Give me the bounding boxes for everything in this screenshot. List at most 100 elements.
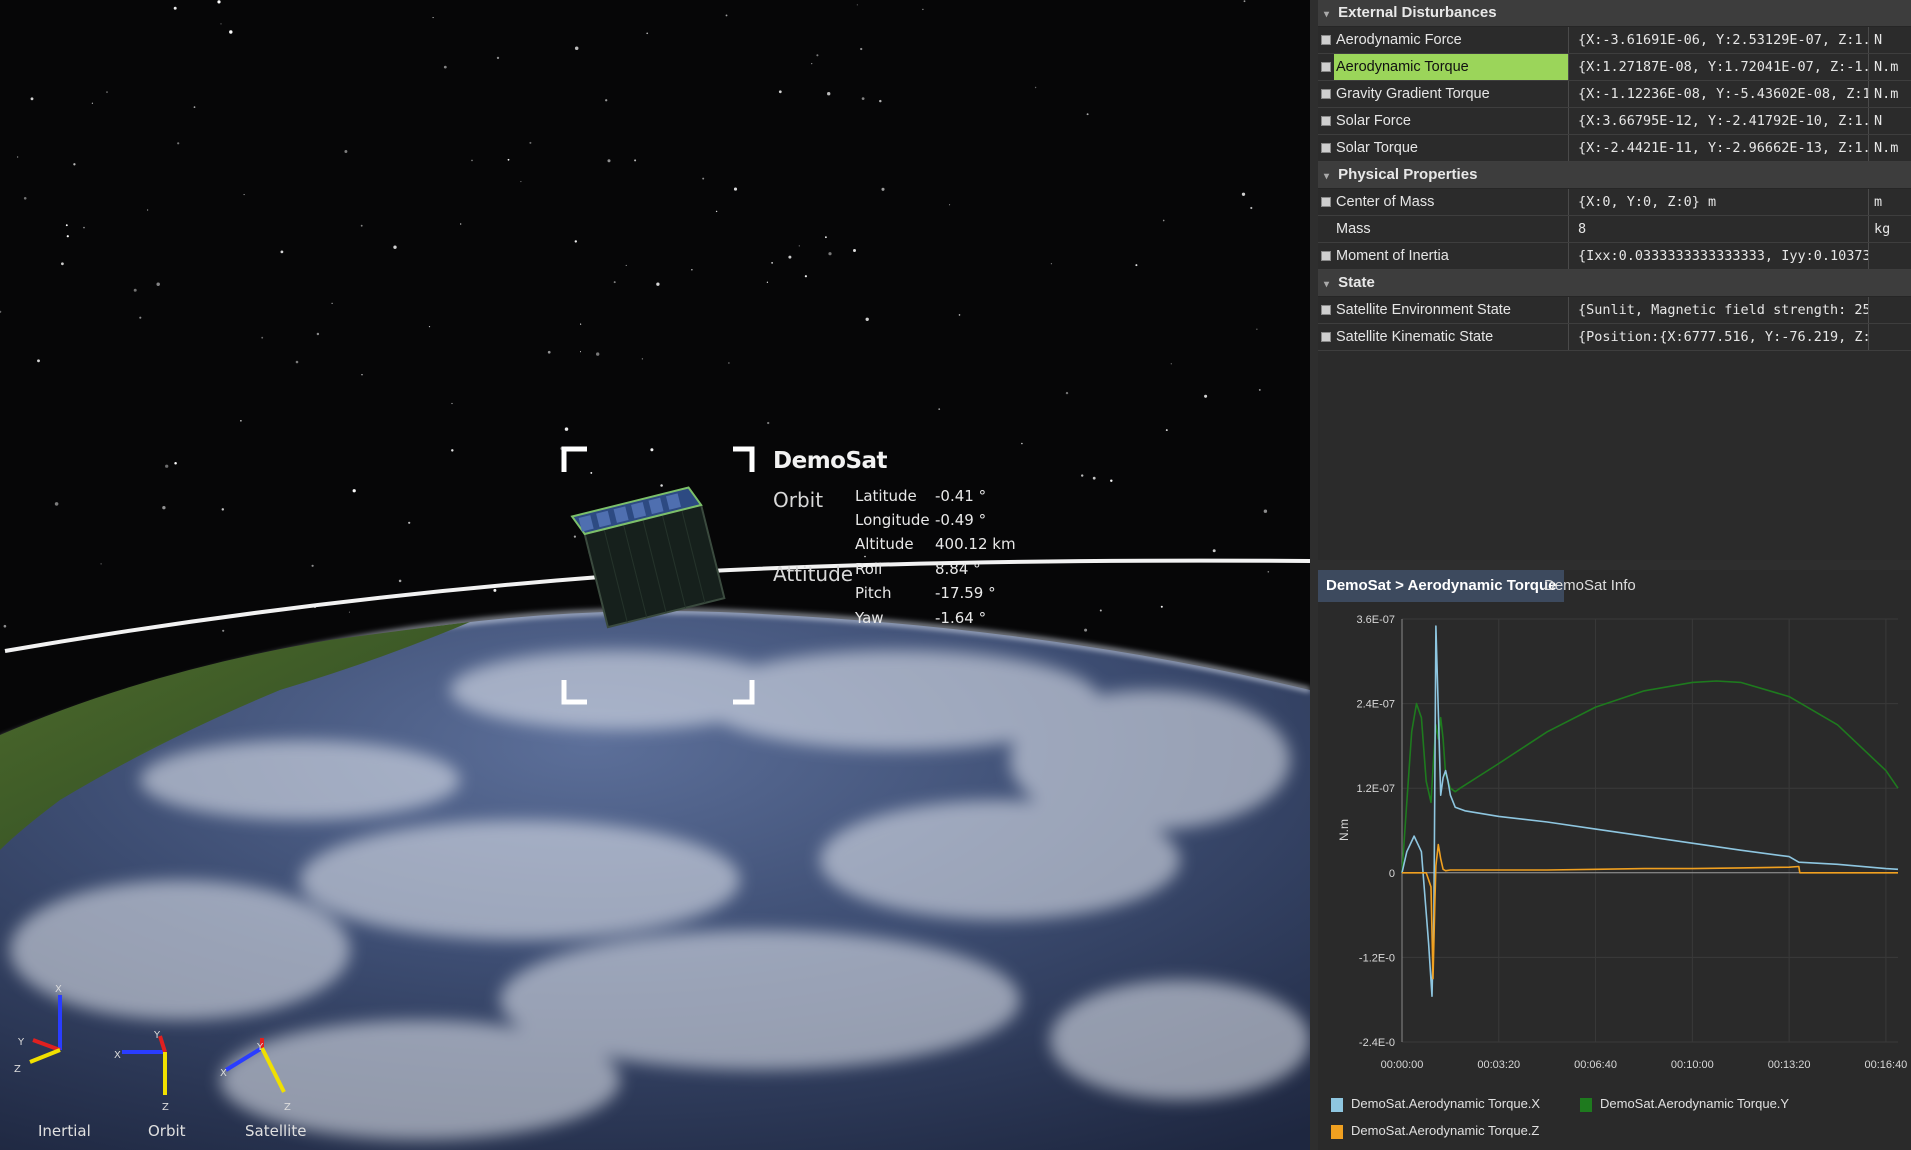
expand-icon[interactable] <box>1321 116 1331 126</box>
star <box>579 351 582 353</box>
star <box>16 156 19 158</box>
property-row-gravity-gradient-torque[interactable]: Gravity Gradient Torque {X:-1.12236E-08,… <box>1318 81 1911 108</box>
star <box>1263 509 1268 513</box>
legend-swatch-z <box>1331 1124 1343 1139</box>
expand-icon[interactable] <box>1321 143 1331 153</box>
star <box>613 281 616 284</box>
star <box>217 0 221 4</box>
star <box>1243 0 1246 3</box>
legend-item-y[interactable]: DemoSat.Aerodynamic Torque.Y <box>1580 1096 1789 1112</box>
hud-roll: Roll 8.84 ° <box>855 560 981 578</box>
star <box>816 54 819 57</box>
star <box>221 508 225 511</box>
collapse-icon[interactable]: ▾ <box>1324 2 1334 28</box>
category-external-disturbances[interactable]: ▾ External Disturbances <box>1318 0 1911 27</box>
star <box>1050 263 1053 265</box>
y-tick-label: 2.4E-07 <box>1356 699 1395 711</box>
star <box>660 484 663 487</box>
chart-area[interactable]: 3.6E-07 2.4E-07 1.2E-07 0 -1.2E-0 -2.4E-0 00:0… <box>1318 602 1911 1150</box>
star <box>788 255 792 259</box>
expand-icon[interactable] <box>1321 305 1331 315</box>
3d-viewport[interactable]: X Y Z X Y Z X Y Z DemoSat Orbit Attitude… <box>0 0 1310 1150</box>
x-tick-label: 00:10:00 <box>1671 1059 1714 1071</box>
svg-text:Z: Z <box>14 1064 21 1075</box>
property-row-mass[interactable]: Mass 8 kg <box>1318 216 1911 243</box>
star <box>547 350 551 354</box>
svg-text:X: X <box>220 1068 227 1079</box>
y-tick-label: 0 <box>1389 868 1395 880</box>
star <box>408 521 411 524</box>
star <box>1034 86 1037 89</box>
property-row-center-of-mass[interactable]: Center of Mass {X:0, Y:0, Z:0} m m <box>1318 189 1911 216</box>
star <box>767 421 770 425</box>
expand-icon[interactable] <box>1321 35 1331 45</box>
property-row-solar-force[interactable]: Solar Force {X:3.66795E-12, Y:-2.41792E-… <box>1318 108 1911 135</box>
star <box>733 187 738 191</box>
star <box>30 97 34 101</box>
earth-globe <box>0 608 1310 1150</box>
star <box>66 235 69 238</box>
star <box>91 102 94 104</box>
tab-demosat-info[interactable]: DemoSat Info <box>1536 570 1644 602</box>
svg-text:Z: Z <box>162 1102 169 1113</box>
right-panel: ▾ External Disturbances Aerodynamic Forc… <box>1310 0 1911 1150</box>
star <box>193 106 196 108</box>
star <box>261 336 264 339</box>
y-axis-label: N.m <box>1337 819 1351 841</box>
property-row-environment-state[interactable]: Satellite Environment State {Sunlit, Mag… <box>1318 297 1911 324</box>
star <box>715 210 718 213</box>
legend-item-x[interactable]: DemoSat.Aerodynamic Torque.X <box>1331 1096 1540 1112</box>
property-row-solar-torque[interactable]: Solar Torque {X:-2.4421E-11, Y:-2.96662E… <box>1318 135 1911 162</box>
star <box>496 56 500 60</box>
star <box>471 159 473 162</box>
star <box>691 269 693 271</box>
star <box>949 204 951 206</box>
star <box>243 194 245 196</box>
star <box>865 317 869 321</box>
expand-icon[interactable] <box>1321 197 1331 207</box>
aerodynamic-torque-chart[interactable]: 3.6E-07 2.4E-07 1.2E-07 0 -1.2E-0 -2.4E-0 00:0… <box>1318 602 1911 1150</box>
star <box>634 159 637 162</box>
star <box>574 240 577 243</box>
star <box>590 471 593 474</box>
star <box>162 506 166 510</box>
star <box>493 588 497 592</box>
star <box>1204 394 1208 398</box>
expand-icon[interactable] <box>1321 332 1331 342</box>
category-state[interactable]: ▾ State <box>1318 270 1911 297</box>
hud-longitude: Longitude -0.49 ° <box>855 511 987 529</box>
star <box>529 141 532 144</box>
hud-latitude: Latitude -0.41 ° <box>855 487 987 505</box>
star <box>229 30 233 34</box>
property-grid[interactable]: ▾ External Disturbances Aerodynamic Forc… <box>1318 0 1911 560</box>
star <box>393 245 397 249</box>
star <box>646 32 649 35</box>
hud-pitch: Pitch -17.59 ° <box>855 584 996 602</box>
star <box>778 90 782 94</box>
star <box>331 302 333 305</box>
category-physical-properties[interactable]: ▾ Physical Properties <box>1318 162 1911 189</box>
collapse-icon[interactable]: ▾ <box>1324 272 1334 298</box>
collapse-icon[interactable]: ▾ <box>1324 164 1334 190</box>
property-row-kinematic-state[interactable]: Satellite Kinematic State {Position:{X:6… <box>1318 324 1911 351</box>
star <box>607 159 611 163</box>
expand-icon[interactable] <box>1321 89 1331 99</box>
expand-icon[interactable] <box>1321 62 1331 72</box>
expand-icon[interactable] <box>1321 251 1331 261</box>
x-tick-label: 00:16:40 <box>1864 1059 1907 1071</box>
tab-aerodynamic-torque[interactable]: DemoSat > Aerodynamic Torque <box>1318 570 1565 602</box>
star <box>861 97 865 100</box>
star <box>348 611 350 613</box>
legend-swatch-y <box>1580 1097 1592 1112</box>
star <box>295 360 299 364</box>
star <box>139 316 142 319</box>
star <box>65 224 68 227</box>
y-tick-label: 3.6E-07 <box>1356 614 1395 626</box>
property-row-aerodynamic-force[interactable]: Aerodynamic Force {X:-3.61691E-06, Y:2.5… <box>1318 27 1911 54</box>
star <box>311 564 314 567</box>
star <box>37 359 40 363</box>
legend-item-z[interactable]: DemoSat.Aerodynamic Torque.Z <box>1331 1123 1539 1139</box>
star <box>156 282 160 287</box>
property-row-moment-of-inertia[interactable]: Moment of Inertia {Ixx:0.033333333333333… <box>1318 243 1911 270</box>
property-row-aerodynamic-torque[interactable]: Aerodynamic Torque {X:1.27187E-08, Y:1.7… <box>1318 54 1911 81</box>
